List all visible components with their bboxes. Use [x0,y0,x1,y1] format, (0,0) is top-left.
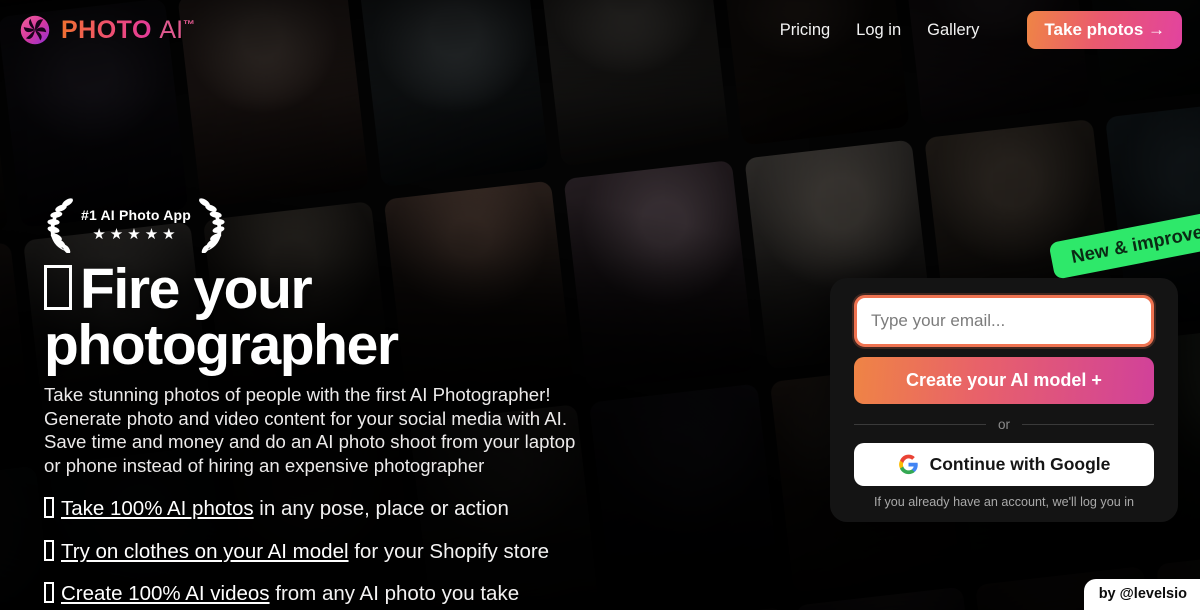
list-item: Take 100% AI photos in any pose, place o… [44,496,804,521]
award-text-group: #1 AI Photo App ★★★★★ [81,207,191,242]
brand-ai-text: AI [159,15,184,44]
new-and-improved-ribbon: New & improved [1048,199,1200,280]
divider-rule-right [1022,424,1155,425]
google-g-icon [898,454,918,475]
award-star-rating: ★★★★★ [92,225,180,243]
brand-photo-text: PHOTO [61,15,152,44]
main-navigation: Pricing Log in Gallery Take photos → [780,11,1182,49]
headline-line-1: Fire your [80,257,313,321]
nav-link-gallery[interactable]: Gallery [927,21,979,40]
login-note: If you already have an account, we'll lo… [873,495,1135,509]
email-field-wrapper [854,295,1154,347]
or-label: or [998,417,1011,432]
feature-link-try-on-clothes[interactable]: Try on clothes on your AI model [61,540,349,563]
award-title: #1 AI Photo App [80,206,192,223]
nav-link-pricing[interactable]: Pricing [780,21,830,40]
subcopy-line-1: Take stunning photos of people with the … [44,383,551,405]
feature-rest-text: in any pose, place or action [253,496,509,520]
subcopy-line-3: Save time and money and do an AI photo s… [44,431,576,453]
subcopy-line-2: Generate photo and video content for you… [44,407,568,429]
laurel-wreath-right-icon [198,197,225,253]
feature-rest-text: for your Shopify store [348,539,550,563]
missing-glyph-icon [44,496,54,518]
google-button-label: Continue with Google [929,454,1111,474]
missing-glyph-icon [44,539,54,561]
brand-wordmark: PHOTO AI™ [61,15,196,44]
take-photos-button[interactable]: Take photos → [1027,11,1182,49]
by-levelsio-badge[interactable]: by @levelsio [1083,579,1200,610]
feature-list: Take 100% AI photos in any pose, place o… [44,496,804,606]
site-header: PHOTO AI™ Pricing Log in Gallery Take ph… [0,0,1200,60]
award-badge: #1 AI Photo App ★★★★★ [38,194,234,254]
feature-link-ai-photos[interactable]: Take 100% AI photos [61,497,254,520]
list-item: Create 100% AI videos from any AI photo … [44,582,804,606]
nav-link-login[interactable]: Log in [856,21,901,40]
divider-rule-left [854,424,986,425]
feature-rest-text: from any AI photo you take [269,582,520,606]
brand-trademark: ™ [183,17,196,32]
aperture-swirl-icon [20,15,50,45]
continue-with-google-button[interactable]: Continue with Google [854,443,1154,486]
page-title: Fire your photographer [44,261,804,377]
missing-glyph-icon [44,582,54,604]
or-divider: or [854,417,1155,432]
list-item: Try on clothes on your AI model for your… [44,539,804,564]
email-input[interactable] [859,300,1149,342]
create-ai-model-button[interactable]: Create your AI model + [854,357,1154,404]
headline-line-2: photographer [44,312,399,377]
missing-glyph-icon [44,265,72,310]
hero-section: Fire your photographer Take stunning phot… [44,261,804,610]
subcopy-line-4: or phone instead of hiring an expensive … [44,455,485,477]
feature-link-ai-videos[interactable]: Create 100% AI videos [61,582,270,605]
laurel-wreath-left-icon [47,197,74,253]
brand-logo[interactable]: PHOTO AI™ [20,15,196,45]
landing-page: PHOTO AI™ Pricing Log in Gallery Take ph… [0,0,1200,610]
hero-subcopy: Take stunning photos of people with the … [44,383,804,478]
signup-card: Create your AI model + or Continue with … [830,278,1178,522]
